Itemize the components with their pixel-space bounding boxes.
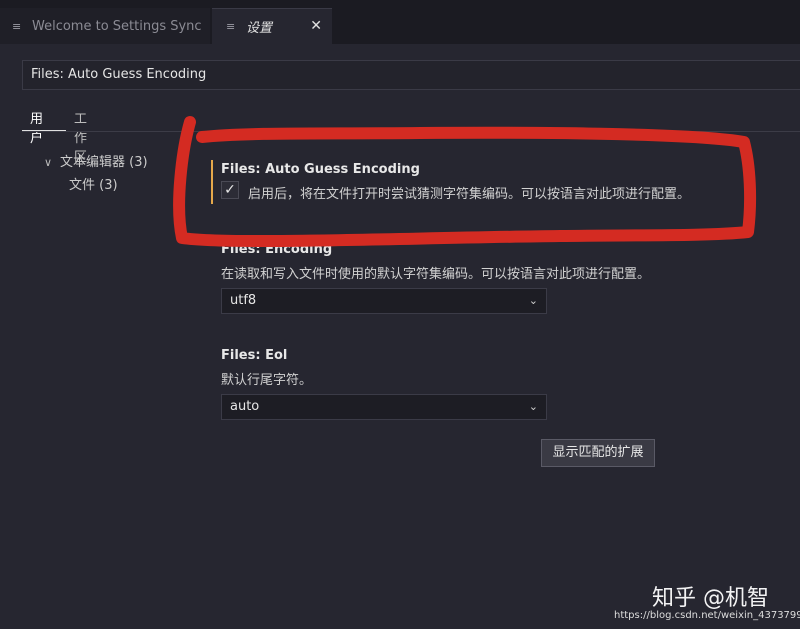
zhihu-watermark: 知乎 @机智 (652, 586, 769, 611)
source-url-watermark: https://blog.csdn.net/weixin_43737995 (614, 610, 800, 621)
red-highlight-annotation (173, 116, 757, 248)
